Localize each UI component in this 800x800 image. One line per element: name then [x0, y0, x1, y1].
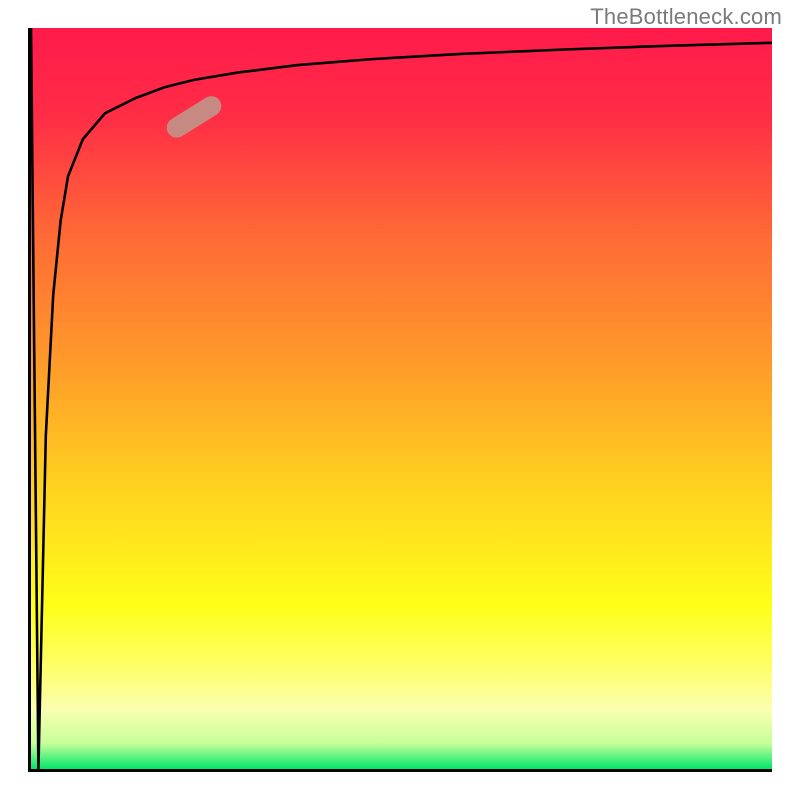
chart-frame: TheBottleneck.com — [0, 0, 800, 800]
plot-area — [28, 28, 772, 772]
watermark-text: TheBottleneck.com — [590, 4, 782, 30]
gradient-background — [31, 28, 772, 769]
